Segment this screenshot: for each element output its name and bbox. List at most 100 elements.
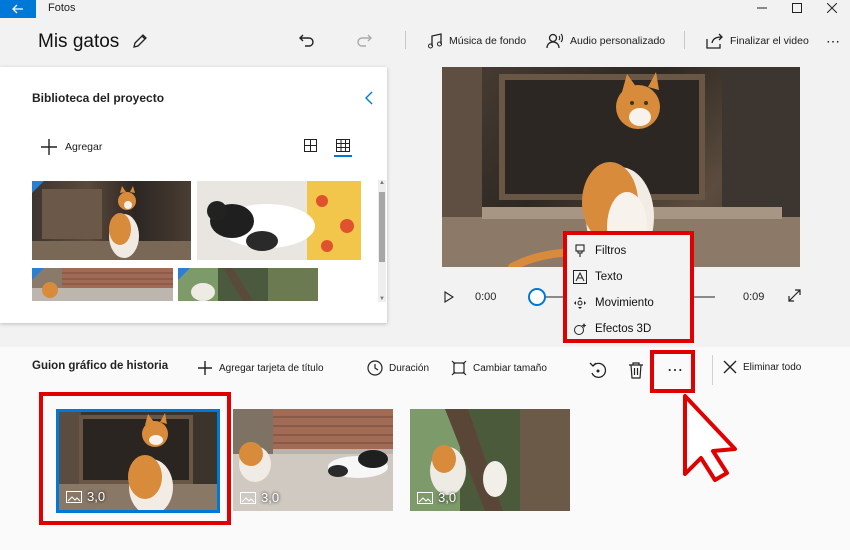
custom-audio-icon xyxy=(546,33,564,49)
image-icon xyxy=(417,491,433,504)
duration-label: Duración xyxy=(389,362,430,374)
play-button[interactable] xyxy=(444,291,454,303)
add-media-button[interactable]: Agregar xyxy=(40,138,102,156)
grid-large-icon xyxy=(304,139,317,152)
storyboard-card-2[interactable]: 3,0 xyxy=(233,409,393,511)
export-icon xyxy=(706,33,723,49)
large-grid-view-button[interactable] xyxy=(304,139,317,152)
close-window-button[interactable] xyxy=(815,0,849,16)
scrollbar-thumb[interactable] xyxy=(379,192,385,262)
cat-photo-image xyxy=(32,268,173,301)
clock-icon xyxy=(367,360,383,376)
library-thumbnail-4[interactable] xyxy=(178,268,318,301)
redo-icon xyxy=(357,34,372,47)
rotate-button[interactable] xyxy=(589,361,607,379)
cursor-pointer-icon xyxy=(683,394,737,482)
add-title-card-label: Agregar tarjeta de título xyxy=(219,362,324,374)
custom-audio-button[interactable]: Audio personalizado xyxy=(546,28,665,54)
menu-item-filters[interactable]: Filtros xyxy=(573,240,626,262)
app-title: Fotos xyxy=(48,2,76,14)
duration-button[interactable]: Duración xyxy=(367,360,429,376)
background-music-label: Música de fondo xyxy=(449,35,527,47)
custom-audio-label: Audio personalizado xyxy=(570,35,666,47)
toolbar-separator xyxy=(684,31,685,49)
current-time: 0:00 xyxy=(475,291,497,303)
background-music-button[interactable]: Música de fondo xyxy=(427,28,526,54)
menu-item-motion[interactable]: Movimiento xyxy=(573,292,654,314)
effects-3d-icon xyxy=(574,323,587,335)
menu-item-label: Texto xyxy=(595,271,623,283)
scroll-up-icon[interactable]: ▲ xyxy=(379,180,385,186)
more-options-icon[interactable]: ⋯ xyxy=(826,33,841,50)
project-title[interactable]: Mis gatos xyxy=(38,31,119,53)
cat-photo-image xyxy=(207,181,361,260)
minimize-button[interactable] xyxy=(745,0,779,16)
close-icon xyxy=(827,3,837,13)
maximize-icon xyxy=(792,3,802,13)
library-scrollbar[interactable]: ▲ ▼ xyxy=(378,180,386,302)
fullscreen-button[interactable] xyxy=(788,289,801,302)
image-icon xyxy=(240,491,256,504)
resize-button[interactable]: Cambiar tamaño xyxy=(451,360,547,376)
scroll-down-icon[interactable]: ▼ xyxy=(379,296,385,302)
text-icon xyxy=(573,270,587,284)
small-grid-view-button[interactable] xyxy=(336,139,350,152)
library-title: Biblioteca del proyecto xyxy=(32,91,165,105)
grid-small-icon xyxy=(336,139,350,152)
title-bar: Fotos xyxy=(0,0,850,22)
library-thumbnail-2[interactable] xyxy=(197,181,361,260)
highlight-selected-card xyxy=(39,392,231,525)
play-icon xyxy=(444,291,454,303)
card-duration: 3,0 xyxy=(417,490,456,505)
used-in-project-marker xyxy=(32,181,44,193)
close-icon xyxy=(723,360,737,374)
remove-all-label: Eliminar todo xyxy=(743,361,802,373)
finish-video-button[interactable]: Finalizar el video xyxy=(706,28,809,54)
back-button[interactable] xyxy=(0,0,36,18)
trash-icon xyxy=(629,362,643,379)
rotate-icon xyxy=(589,362,607,378)
maximize-button[interactable] xyxy=(780,0,814,16)
menu-item-label: Efectos 3D xyxy=(595,323,652,335)
context-menu: Filtros Texto Movimiento Efectos 3D xyxy=(563,231,694,343)
cat-photo-image xyxy=(32,186,191,260)
view-selected-indicator xyxy=(334,155,352,157)
storyboard-panel: Guion gráfico de historia Agregar tarjet… xyxy=(0,347,850,550)
used-in-project-marker xyxy=(32,268,44,280)
add-title-card-button[interactable]: Agregar tarjeta de título xyxy=(197,360,324,376)
menu-item-label: Filtros xyxy=(595,245,627,257)
menu-item-label: Movimiento xyxy=(595,297,654,309)
paint-brush-icon xyxy=(575,244,585,257)
storyboard-card-3[interactable]: 3,0 xyxy=(410,409,570,511)
pencil-icon xyxy=(133,34,147,48)
cat-photo-image xyxy=(178,268,318,301)
remove-all-button[interactable]: Eliminar todo xyxy=(723,360,801,374)
library-thumbnail-1[interactable] xyxy=(32,181,191,260)
card-duration-value: 3,0 xyxy=(438,490,457,505)
edit-title-button[interactable] xyxy=(131,32,149,50)
storyboard-title: Guion gráfico de historia xyxy=(32,360,169,372)
undo-icon xyxy=(299,34,314,47)
menu-item-3d-effects[interactable]: Efectos 3D xyxy=(573,318,651,340)
back-arrow-icon xyxy=(12,4,23,14)
toolbar-separator xyxy=(405,31,406,49)
chevron-left-icon xyxy=(365,91,373,105)
storyboard-separator xyxy=(712,355,713,385)
highlight-more-button xyxy=(650,350,695,393)
card-duration-value: 3,0 xyxy=(261,490,280,505)
undo-button[interactable] xyxy=(298,31,316,49)
collapse-library-button[interactable] xyxy=(364,91,374,105)
finish-video-label: Finalizar el video xyxy=(730,35,809,47)
motion-icon xyxy=(574,297,586,309)
expand-icon xyxy=(788,289,801,302)
plus-icon xyxy=(41,139,57,155)
redo-button[interactable] xyxy=(355,31,373,49)
resize-label: Cambiar tamaño xyxy=(473,362,547,374)
minimize-icon xyxy=(757,7,767,9)
delete-button[interactable] xyxy=(628,361,644,379)
seek-thumb[interactable] xyxy=(528,288,546,306)
project-library-panel: Biblioteca del proyecto Agregar ▲ ▼ xyxy=(0,67,387,323)
menu-item-text[interactable]: Texto xyxy=(573,266,623,288)
library-thumbnail-3[interactable] xyxy=(32,268,173,301)
music-note-icon xyxy=(428,33,442,49)
